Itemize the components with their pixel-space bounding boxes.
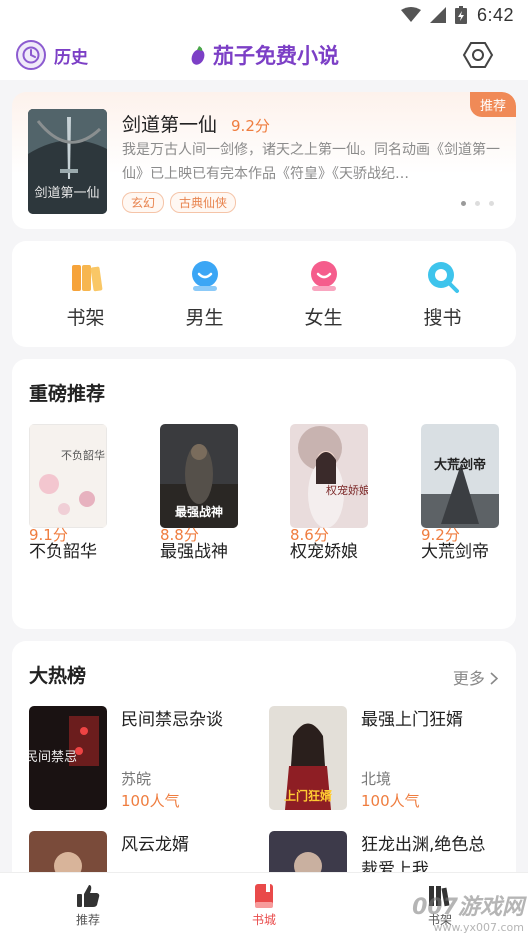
hot-book-author: 苏皖: [121, 770, 152, 788]
featured-book-score: 9.2分: [231, 117, 270, 135]
app-header: 历史 茄子免费小说: [0, 30, 528, 80]
hot-book-title: 最强上门狂婿: [361, 710, 463, 730]
status-time: 6:42: [476, 4, 514, 25]
svg-text:不负韶华: 不负韶华: [61, 448, 105, 462]
book-score: 9.2分: [421, 526, 460, 544]
svg-text:民间禁忌: 民间禁忌: [29, 750, 77, 765]
hot-book-title: 风云龙婿: [121, 835, 189, 855]
hot-list-section: 大热榜 更多 民间禁忌 民间禁忌杂谈 苏皖 100人气 上门狂婿 最强上门狂婿 …: [12, 641, 516, 935]
status-bar: 6:42: [0, 0, 528, 30]
nav-female[interactable]: 女生: [279, 259, 369, 330]
book-cover[interactable]: 最强战神: [160, 424, 238, 528]
featured-book-description: 我是万古人间一剑修，诸天之上第一仙。同名动画《剑道第一仙》已上映已有完本作品《符…: [122, 142, 500, 182]
hot-book-author: 北境: [361, 770, 392, 788]
tab-recommend-label: 推荐: [75, 913, 100, 927]
svg-text:上门狂婿: 上门狂婿: [284, 788, 332, 803]
featured-book-title: 剑道第一仙: [122, 114, 218, 136]
nav-search[interactable]: 搜书: [398, 259, 488, 330]
watermark-main: 007游戏网: [412, 895, 524, 920]
bookshelf-icon: [71, 264, 102, 291]
tab-bookstore[interactable]: 书城: [204, 883, 324, 928]
book-score: 9.1分: [29, 526, 68, 544]
featured-cover-title: 剑道第一仙: [34, 185, 99, 201]
site-watermark: 007游戏网 www.yx007.com: [412, 889, 524, 934]
signal-icon: [429, 7, 446, 23]
nav-bookshelf-label: 书架: [66, 306, 105, 329]
book-cover[interactable]: 大荒剑帝: [421, 424, 499, 528]
thumbs-up-icon: [77, 885, 100, 907]
book-icon: [255, 884, 273, 908]
nav-search-label: 搜书: [423, 306, 462, 329]
category-nav: 书架 男生 女生 搜书: [12, 241, 516, 347]
eggplant-icon: [191, 46, 205, 65]
carousel-dots: [461, 201, 494, 206]
hot-book-cover[interactable]: 上门狂婿: [269, 706, 347, 810]
book-score: 8.8分: [160, 526, 199, 544]
book-cover[interactable]: 不负韶华: [29, 424, 107, 528]
more-label: 更多: [452, 669, 485, 688]
hot-book-cover[interactable]: 民间禁忌: [29, 706, 107, 810]
genre-tag[interactable]: 玄幻: [122, 192, 165, 213]
tab-bookstore-label: 书城: [251, 913, 276, 927]
chevron-right-icon: [490, 672, 499, 685]
nav-bookshelf[interactable]: 书架: [41, 259, 131, 330]
recommend-badge: 推荐: [469, 92, 516, 117]
book-score: 8.6分: [290, 526, 329, 544]
hot-book-popularity: 100人气: [121, 792, 180, 810]
book-cover[interactable]: 权宠娇娘: [290, 424, 368, 528]
carousel-dot[interactable]: [475, 201, 480, 206]
section-title: 大热榜: [29, 665, 87, 687]
search-icon: [427, 261, 459, 293]
nav-female-label: 女生: [304, 306, 343, 329]
more-link[interactable]: 更多: [452, 665, 499, 689]
svg-text:大荒剑帝: 大荒剑帝: [434, 457, 486, 473]
genre-tag[interactable]: 古典仙侠: [170, 192, 237, 213]
female-icon: [310, 260, 337, 291]
nav-male-label: 男生: [185, 306, 224, 329]
featured-picks-section: 重磅推荐 不负韶华 不负韶华 9.1分 最强战神 最强战神 8.8分 权宠娇娘 …: [12, 359, 516, 629]
carousel-dot[interactable]: [489, 201, 494, 206]
app-title: 茄子免费小说: [0, 40, 528, 70]
carousel-dot[interactable]: [461, 201, 466, 206]
featured-book-cover[interactable]: 剑道第一仙: [28, 109, 107, 214]
settings-hexagon-icon[interactable]: [462, 39, 494, 71]
featured-tags: 玄幻 古典仙侠: [122, 192, 237, 213]
hot-book-title: 民间禁忌杂谈: [121, 710, 223, 730]
hot-book-item[interactable]: 民间禁忌 民间禁忌杂谈 苏皖 100人气: [29, 706, 269, 816]
featured-title-row: 剑道第一仙 9.2分: [122, 110, 270, 137]
featured-recommend-card[interactable]: 推荐 剑道第一仙 剑道第一仙 9.2分 我是万古人间一剑修，诸天之上第一仙。同名…: [12, 92, 516, 229]
watermark-url: www.yx007.com: [433, 921, 524, 934]
battery-icon: [454, 6, 467, 24]
status-icons: [400, 6, 467, 24]
svg-text:最强战神: 最强战神: [175, 504, 223, 519]
app-title-text: 茄子免费小说: [213, 43, 339, 68]
tab-recommend[interactable]: 推荐: [28, 883, 148, 928]
hot-book-item[interactable]: 上门狂婿 最强上门狂婿 北境 100人气: [269, 706, 509, 816]
svg-text:权宠娇娘: 权宠娇娘: [326, 483, 368, 497]
wifi-icon: [400, 7, 421, 22]
nav-male[interactable]: 男生: [160, 259, 250, 330]
male-icon: [191, 260, 218, 291]
hot-book-popularity: 100人气: [361, 792, 420, 810]
section-title: 重磅推荐: [29, 383, 106, 405]
